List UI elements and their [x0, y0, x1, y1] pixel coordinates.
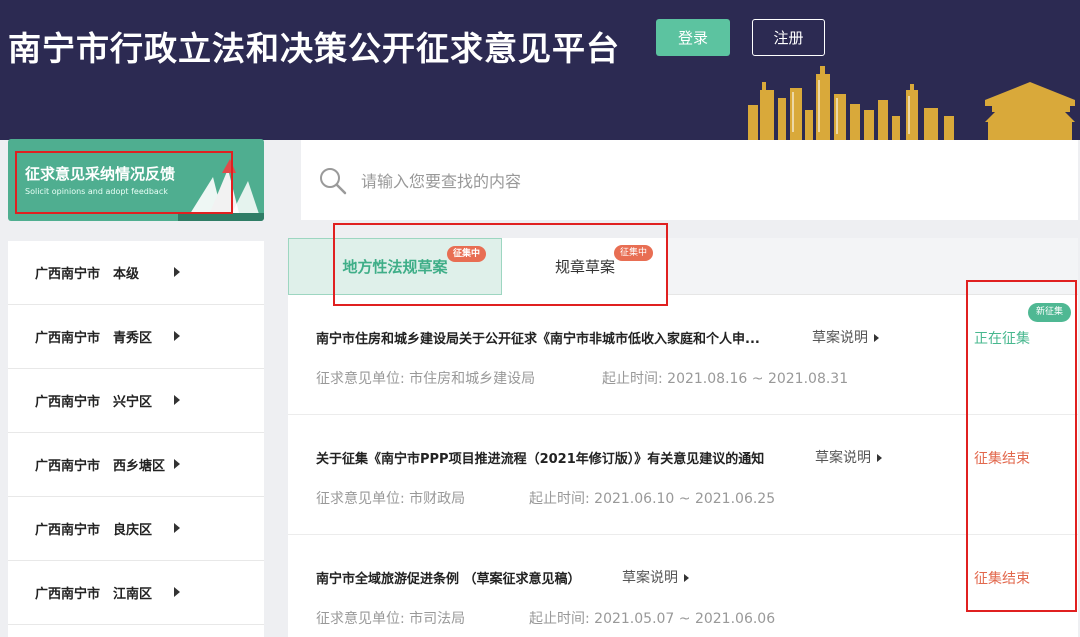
tab-label: 地方性法规草案	[342, 258, 448, 276]
chevron-right-icon	[174, 523, 180, 533]
chevron-right-icon	[874, 334, 879, 342]
site-title: 南宁市行政立法和决策公开征求意见平台	[8, 29, 620, 68]
time-label: 起止时间:	[529, 611, 590, 627]
landmark-illustration	[178, 159, 264, 221]
draft-list-panel: 地方性法规草案 征集中 规章草案 征集中 南宁市住房和城乡建设局关于公开征求《南…	[288, 238, 1078, 637]
login-button[interactable]: 登录	[656, 19, 730, 56]
sidebar-item-city: 广西南宁市	[35, 523, 101, 538]
search-input[interactable]	[361, 164, 1061, 198]
unit-label: 征求意见单位:	[316, 371, 405, 387]
sidebar-item-city: 广西南宁市	[35, 331, 101, 346]
draft-explain-link[interactable]: 草案说明	[812, 327, 879, 347]
status-badge: 征集结束	[974, 451, 1030, 467]
list-item-unit: 征求意见单位: 市司法局	[316, 608, 465, 628]
collecting-badge: 征集中	[614, 245, 654, 261]
list-item[interactable]: 南宁市住房和城乡建设局关于公开征求《南宁市非城市低收入家庭和个人申... 草案说…	[288, 295, 1078, 415]
chevron-right-icon	[174, 587, 180, 597]
list-item-title[interactable]: 南宁市全域旅游促进条例 （草案征求意见稿）	[316, 568, 581, 587]
time-value: 2021.05.07 ~ 2021.06.06	[594, 611, 776, 627]
unit-value: 市财政局	[409, 491, 466, 507]
list-item[interactable]: 南宁市全域旅游促进条例 （草案征求意见稿） 草案说明 征求意见单位: 市司法局 …	[288, 535, 1078, 637]
feedback-banner-title: 征求意见采纳情况反馈	[25, 165, 176, 183]
time-value: 2021.08.16 ~ 2021.08.31	[667, 371, 849, 387]
list-item-title[interactable]: 南宁市住房和城乡建设局关于公开征求《南宁市非城市低收入家庭和个人申...	[316, 328, 760, 347]
unit-label: 征求意见单位:	[316, 491, 405, 507]
sidebar-item-city: 广西南宁市	[35, 459, 101, 474]
time-value: 2021.06.10 ~ 2021.06.25	[594, 491, 776, 507]
list-item[interactable]: 关于征集《南宁市PPP项目推进流程（2021年修订版）》有关意见建议的通知 草案…	[288, 415, 1078, 535]
sidebar-item-city: 广西南宁市	[35, 267, 101, 282]
draft-explain-label: 草案说明	[622, 570, 678, 586]
chevron-right-icon	[174, 331, 180, 341]
time-label: 起止时间:	[602, 371, 663, 387]
unit-label: 征求意见单位:	[316, 611, 405, 627]
sidebar-item-district: 江南区	[113, 587, 153, 602]
collecting-badge: 征集中	[447, 246, 487, 262]
list-item-title[interactable]: 关于征集《南宁市PPP项目推进流程（2021年修订版）》有关意见建议的通知	[316, 448, 764, 467]
chevron-right-icon	[684, 574, 689, 582]
status-badge: 征集结束	[974, 571, 1030, 587]
register-button[interactable]: 注册	[752, 19, 825, 56]
list-item-time: 起止时间: 2021.05.07 ~ 2021.06.06	[529, 608, 775, 628]
feedback-banner-subtitle: Solicit opinions and adopt feedback	[25, 187, 168, 196]
chevron-right-icon	[174, 395, 180, 405]
sidebar-item-benji[interactable]: 广西南宁市 本级	[8, 241, 264, 305]
search-box	[301, 140, 1078, 220]
chevron-right-icon	[877, 454, 882, 462]
sidebar-item-district: 本级	[113, 267, 140, 282]
list-item-unit: 征求意见单位: 市住房和城乡建设局	[316, 368, 535, 388]
list-item-time: 起止时间: 2021.06.10 ~ 2021.06.25	[529, 488, 775, 508]
unit-value: 市司法局	[409, 611, 466, 627]
list-item-time: 起止时间: 2021.08.16 ~ 2021.08.31	[602, 368, 848, 388]
sidebar-item-liangqing[interactable]: 广西南宁市 良庆区	[8, 497, 264, 561]
sidebar-item-district: 兴宁区	[113, 395, 153, 410]
search-icon[interactable]	[318, 166, 348, 196]
tab-label: 规章草案	[554, 258, 615, 276]
tab-bar: 地方性法规草案 征集中 规章草案 征集中	[288, 238, 1078, 295]
draft-explain-label: 草案说明	[812, 330, 868, 346]
unit-value: 市住房和城乡建设局	[409, 371, 536, 387]
tab-local-regulation-draft[interactable]: 地方性法规草案 征集中	[288, 238, 502, 295]
sidebar-item-city: 广西南宁市	[35, 395, 101, 410]
draft-explain-label: 草案说明	[815, 450, 871, 466]
chevron-right-icon	[174, 459, 180, 469]
sidebar-item-city: 广西南宁市	[35, 587, 101, 602]
sidebar-item-xingning[interactable]: 广西南宁市 兴宁区	[8, 369, 264, 433]
feedback-banner[interactable]: 征求意见采纳情况反馈 Solicit opinions and adopt fe…	[8, 139, 264, 221]
sidebar-item-xixiangtang[interactable]: 广西南宁市 西乡塘区	[8, 433, 264, 497]
district-sidebar: 广西南宁市 本级 广西南宁市 青秀区 广西南宁市 兴宁区 广西南宁市 西乡塘区 …	[8, 241, 264, 637]
time-label: 起止时间:	[529, 491, 590, 507]
sidebar-item-district: 西乡塘区	[113, 459, 166, 474]
new-collection-badge: 新征集	[1028, 303, 1072, 322]
sidebar-item-qingxiu[interactable]: 广西南宁市 青秀区	[8, 305, 264, 369]
sidebar-item-district: 青秀区	[113, 331, 153, 346]
status-badge: 正在征集	[974, 331, 1030, 347]
tab-rules-draft[interactable]: 规章草案 征集中	[502, 238, 668, 295]
list-item-unit: 征求意见单位: 市财政局	[316, 488, 465, 508]
chevron-right-icon	[174, 267, 180, 277]
site-header: 南宁市行政立法和决策公开征求意见平台 登录 注册	[0, 0, 1080, 140]
sidebar-item-district: 良庆区	[113, 523, 153, 538]
draft-explain-link[interactable]: 草案说明	[815, 447, 882, 467]
sidebar-item-jiangnan[interactable]: 广西南宁市 江南区	[8, 561, 264, 625]
skyline-illustration	[748, 66, 1075, 140]
draft-explain-link[interactable]: 草案说明	[622, 567, 689, 587]
